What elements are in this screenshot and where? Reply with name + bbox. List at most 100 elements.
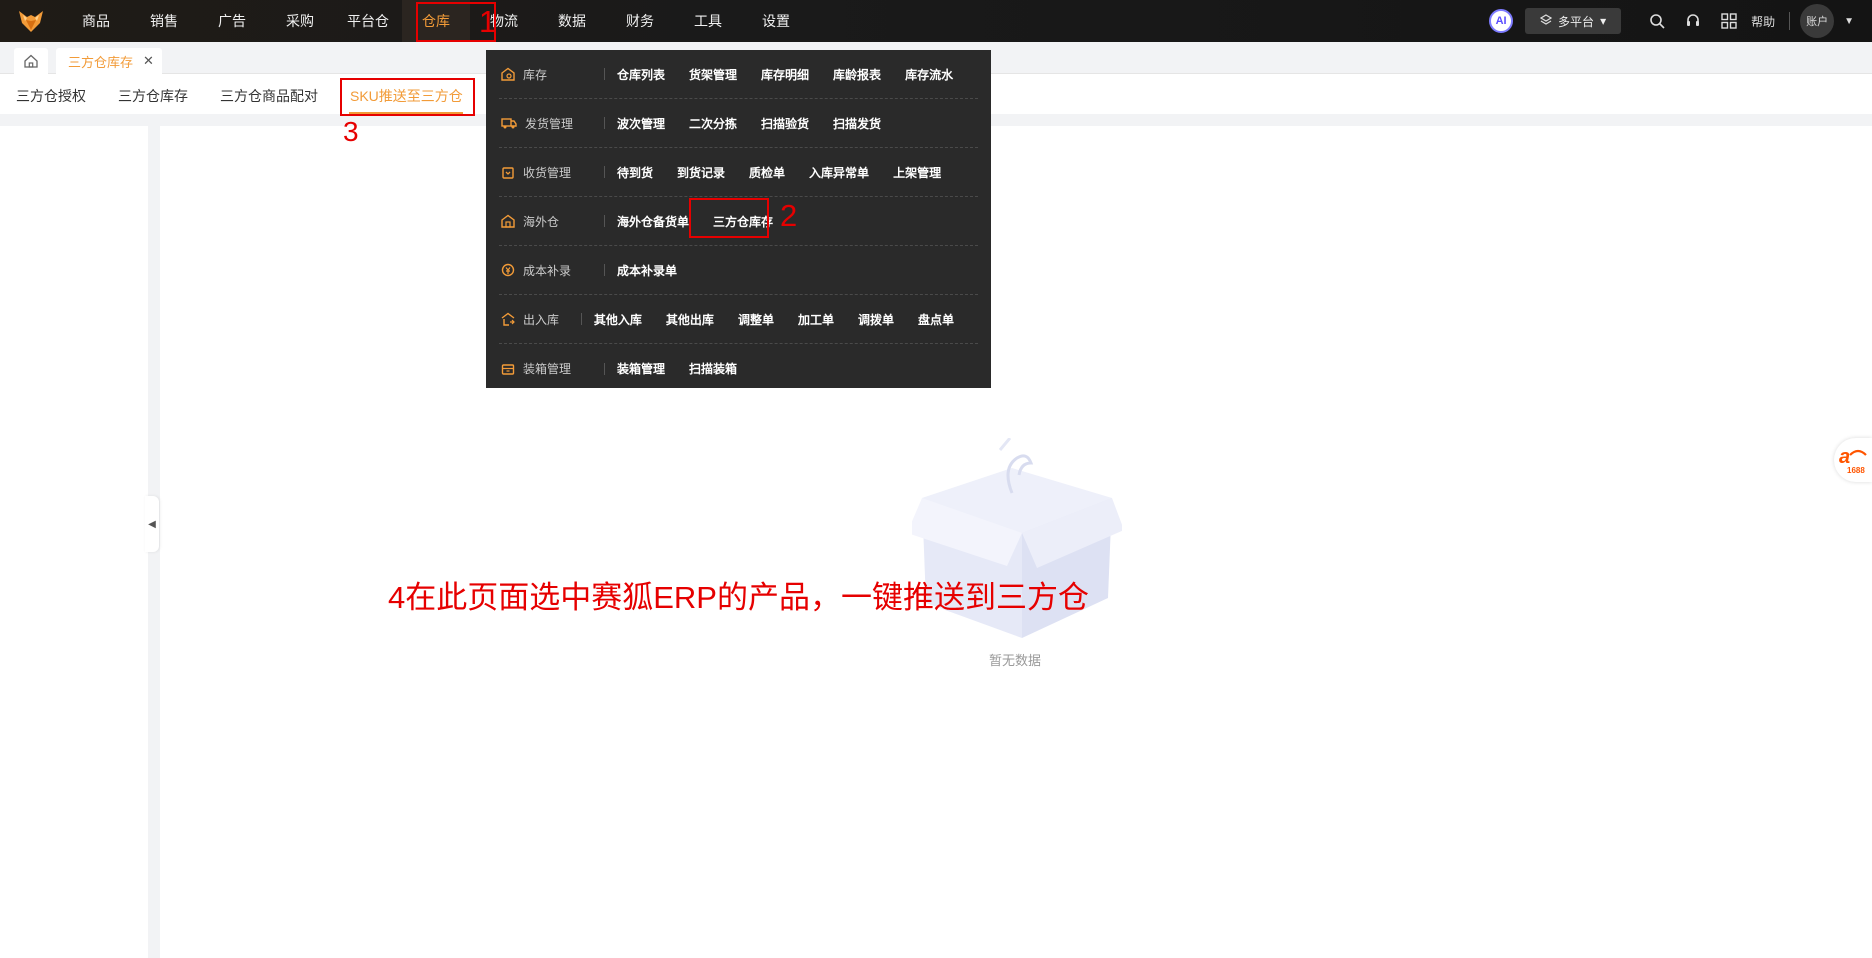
dropdown-link-0-4[interactable]: 库存流水 (905, 66, 953, 83)
dropdown-link-6-1[interactable]: 扫描装箱 (689, 360, 737, 377)
help-link[interactable]: 帮助 (1751, 13, 1775, 30)
dropdown-link-2-3[interactable]: 入库异常单 (809, 164, 869, 181)
caret-down-icon: ▾ (1600, 14, 1607, 28)
apps-grid-icon[interactable] (1711, 0, 1747, 42)
dropdown-divider (604, 264, 605, 276)
dropdown-divider (604, 68, 605, 80)
dropdown-category-6: 装箱管理 (499, 360, 604, 377)
dropdown-divider (604, 362, 605, 375)
dropdown-category-5: 出入库 (499, 311, 581, 328)
truck-icon (501, 116, 517, 130)
packing-icon (501, 362, 515, 376)
dropdown-link-1-2[interactable]: 扫描验货 (761, 115, 809, 132)
layers-icon (1539, 13, 1553, 29)
nav-separator (1789, 12, 1791, 30)
tab-label: 三方仓库存 (68, 54, 134, 70)
annotation-instruction: 4在此页面选中赛狐ERP的产品，一键推送到三方仓 (388, 580, 1089, 615)
box-icon (501, 165, 515, 179)
account-avatar[interactable]: 账户 (1800, 4, 1835, 38)
dropdown-row-4: 成本补录 成本补录单 (499, 246, 978, 295)
dropdown-category-label: 成本补录 (523, 263, 572, 278)
nav-item-7[interactable]: 数据 (538, 0, 606, 42)
nav-item-1[interactable]: 销售 (130, 0, 198, 42)
dropdown-category-label: 收货管理 (523, 165, 572, 180)
dropdown-divider (604, 117, 605, 129)
home-icon (24, 54, 38, 68)
dropdown-category-2: 收货管理 (499, 164, 604, 181)
svg-text:a: a (1839, 446, 1850, 468)
left-panel (0, 126, 148, 958)
annotation-number-3: 3 (343, 116, 359, 147)
dropdown-link-1-3[interactable]: 扫描发货 (833, 115, 881, 132)
cost-icon (501, 263, 515, 277)
dropdown-category-1: 发货管理 (499, 115, 604, 132)
nav-item-3[interactable]: 采购 (266, 0, 334, 42)
dropdown-category-label: 发货管理 (525, 116, 574, 131)
dropdown-row-1: 发货管理 波次管理 二次分拣 扫描验货 扫描发货 (499, 99, 978, 148)
dropdown-category-4: 成本补录 (499, 262, 604, 279)
nav-item-9[interactable]: 工具 (674, 0, 742, 42)
collapse-panel-button[interactable]: ◀ (145, 496, 159, 552)
dropdown-link-1-1[interactable]: 二次分拣 (689, 115, 737, 132)
dropdown-link-4-0[interactable]: 成本补录单 (617, 262, 677, 279)
annotation-number-2: 2 (780, 198, 798, 233)
dropdown-link-0-3[interactable]: 库龄报表 (833, 66, 881, 83)
dropdown-divider (604, 166, 605, 178)
close-tab-icon[interactable]: ✕ (143, 53, 154, 69)
dropdown-row-2: 收货管理 待到货 到货记录 质检单 入库异常单 上架管理 (499, 148, 978, 197)
dropdown-link-2-0[interactable]: 待到货 (617, 164, 653, 181)
nav-item-10[interactable]: 设置 (742, 0, 810, 42)
nav-item-8[interactable]: 财务 (606, 0, 674, 42)
dropdown-link-3-0[interactable]: 海外仓备货单 (617, 213, 689, 230)
subtab-inventory[interactable]: 三方仓库存 (118, 86, 188, 106)
dropdown-category-label: 出入库 (523, 312, 560, 327)
dropdown-link-2-1[interactable]: 到货记录 (677, 164, 725, 181)
account-caret-icon[interactable]: ▼ (1844, 16, 1854, 27)
dropdown-link-0-2[interactable]: 库存明细 (761, 66, 809, 83)
dropdown-link-5-4[interactable]: 调拨单 (858, 311, 894, 328)
dropdown-divider (604, 215, 605, 227)
dropdown-link-6-0[interactable]: 装箱管理 (617, 360, 665, 377)
empty-state-text: 暂无数据 (988, 653, 1041, 668)
annotation-number-1: 1 (479, 4, 497, 39)
alibaba-1688-widget[interactable]: a 1688 (1834, 438, 1872, 482)
inout-icon (501, 312, 515, 326)
fox-logo-icon[interactable] (0, 0, 62, 42)
nav-item-0[interactable]: 商品 (62, 0, 130, 42)
subtab-authorization[interactable]: 三方仓授权 (16, 86, 86, 106)
nav-item-2[interactable]: 广告 (198, 0, 266, 42)
platform-switch-button[interactable]: 多平台 ▾ (1525, 8, 1622, 34)
annotation-box-dropdown (689, 198, 769, 238)
dropdown-link-1-0[interactable]: 波次管理 (617, 115, 665, 132)
dropdown-link-2-2[interactable]: 质检单 (749, 164, 785, 181)
dropdown-category-label: 海外仓 (523, 214, 560, 229)
dropdown-link-5-1[interactable]: 其他出库 (666, 311, 714, 328)
tab-current-page[interactable]: 三方仓库存 ✕ (56, 48, 162, 74)
dropdown-link-0-1[interactable]: 货架管理 (689, 66, 737, 83)
widget-1688-label: 1688 (1847, 466, 1865, 475)
subtab-product-pairing[interactable]: 三方仓商品配对 (220, 86, 318, 106)
dropdown-link-5-3[interactable]: 加工单 (798, 311, 834, 328)
dropdown-link-0-0[interactable]: 仓库列表 (617, 66, 665, 83)
warehouse-icon (501, 67, 515, 81)
dropdown-category-0: 库存 (499, 66, 604, 83)
dropdown-link-5-2[interactable]: 调整单 (738, 311, 774, 328)
page: 商品 销售 广告 采购 平台仓 仓库 物流 数据 财务 工具 设置 AI 多平台 ▾ 帮助 账户 (0, 0, 1872, 958)
search-icon[interactable] (1639, 0, 1675, 42)
ai-assistant-button[interactable]: AI (1489, 9, 1514, 33)
home-tab[interactable] (14, 48, 48, 74)
platform-label: 多平台 (1558, 14, 1595, 29)
dropdown-category-3: 海外仓 (499, 213, 604, 230)
nav-item-4[interactable]: 平台仓 (334, 0, 402, 42)
overseas-warehouse-icon (501, 214, 515, 228)
dropdown-link-5-5[interactable]: 盘点单 (918, 311, 954, 328)
dropdown-divider (581, 313, 582, 325)
dropdown-link-5-0[interactable]: 其他入库 (594, 311, 642, 328)
dropdown-row-5: 出入库 其他入库 其他出库 调整单 加工单 调拨单 盘点单 (499, 295, 978, 344)
dropdown-category-label: 装箱管理 (523, 362, 572, 376)
dropdown-link-2-4[interactable]: 上架管理 (893, 164, 941, 181)
dropdown-row-0: 库存 仓库列表 货架管理 库存明细 库龄报表 库存流水 (499, 50, 978, 99)
headset-icon[interactable] (1675, 0, 1711, 42)
dropdown-category-label: 库存 (523, 67, 548, 82)
top-nav: 商品 销售 广告 采购 平台仓 仓库 物流 数据 财务 工具 设置 AI 多平台 ▾ 帮助 账户 (0, 0, 1872, 42)
